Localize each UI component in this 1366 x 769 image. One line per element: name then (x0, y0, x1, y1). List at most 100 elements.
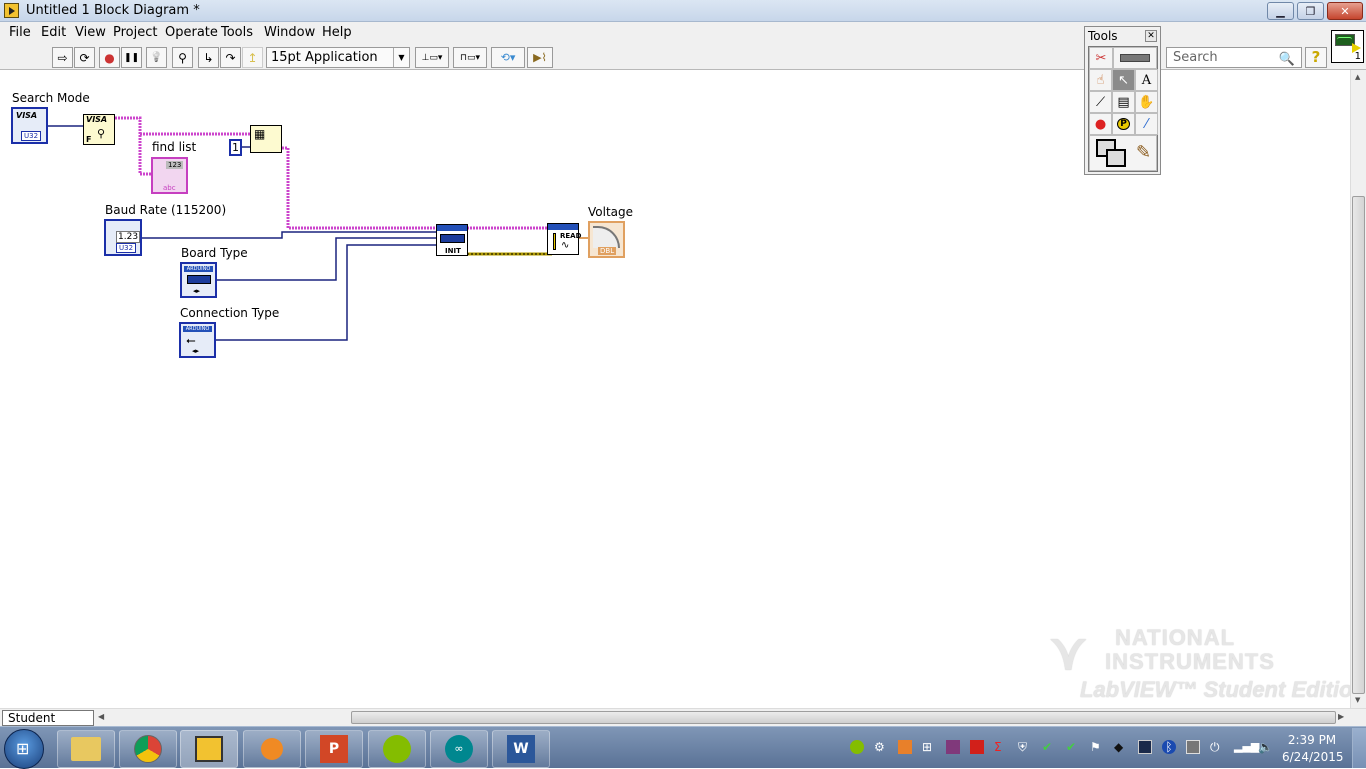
get-color-tool[interactable]: ⁄ (1135, 113, 1158, 135)
taskbar-app-spotify[interactable] (368, 730, 426, 768)
visa-find-resource-node[interactable]: VISA F ⚲ (83, 114, 115, 145)
board-type-control[interactable]: ARDUINO ◂▸ (180, 262, 217, 298)
tray-shield-icon[interactable]: ⛨ (1018, 740, 1032, 754)
horizontal-scroll-thumb[interactable] (351, 711, 1336, 724)
baud-rate-control[interactable]: 1.23 U32 (104, 219, 142, 256)
automatic-tool-selection-button[interactable]: ✂ (1089, 47, 1113, 69)
tray-xilinx-icon[interactable]: Σ (994, 740, 1008, 754)
menu-edit[interactable]: Edit (41, 25, 66, 40)
menu-project[interactable]: Project (113, 25, 157, 40)
tray-bluetooth-icon[interactable]: ᛒ (1162, 740, 1176, 754)
tray-printer-check-icon[interactable]: ✔ (1066, 740, 1080, 754)
run-continuously-icon: ⟳ (79, 50, 90, 65)
tray-acrobat-icon[interactable] (970, 740, 984, 754)
position-select-tool[interactable]: ↖ (1112, 69, 1135, 91)
align-objects-button[interactable]: ⊥▭▾ (415, 47, 449, 68)
powerpoint-icon: P (320, 735, 348, 763)
edition-label: Student Edition (2, 710, 94, 739)
minimize-icon: ▁ (1276, 4, 1285, 18)
find-list-indicator[interactable]: 123 abc (151, 157, 188, 194)
font-select[interactable]: 15pt Application Font ▼ (266, 47, 410, 84)
automatic-tool-toggle[interactable] (1113, 47, 1157, 69)
restore-button[interactable]: ❐ (1297, 2, 1324, 20)
taskbar-clock[interactable]: 2:39 PM 6/24/2015 (1282, 732, 1344, 766)
tray-settings-icon[interactable]: ⚙ (874, 740, 888, 754)
tray-windows-icon[interactable]: ⊞ (922, 740, 936, 754)
abort-button[interactable]: ● (99, 47, 120, 68)
vertical-scroll-thumb[interactable] (1352, 196, 1365, 694)
wire-baud-rate (141, 231, 437, 239)
step-out-button[interactable]: ↥ (242, 47, 263, 68)
connect-wire-tool[interactable]: ⟋ (1089, 91, 1112, 113)
vertical-scrollbar[interactable]: ▲ ▼ (1350, 70, 1366, 708)
search-input[interactable]: Search 🔍 (1166, 47, 1302, 68)
taskbar-app-powerpoint[interactable]: P (305, 730, 363, 768)
probe-data-tool[interactable]: P (1112, 113, 1135, 135)
tray-volume-icon[interactable]: 🔈 (1258, 740, 1273, 754)
menu-view[interactable]: View (75, 25, 106, 40)
tray-flag-icon[interactable]: ⚑ (1090, 740, 1104, 754)
vi-icon[interactable]: 1 (1331, 30, 1364, 63)
clean-up-diagram-button[interactable]: ▶⌇ (527, 47, 553, 68)
menu-operate[interactable]: Operate (165, 25, 218, 40)
breakpoint-tool[interactable]: ● (1089, 113, 1112, 135)
tools-palette-close-button[interactable]: ✕ (1145, 30, 1157, 42)
reorder-button[interactable]: ⟲▾ (491, 47, 525, 68)
visa-find-text: VISA (86, 115, 108, 124)
pause-button[interactable]: ❚❚ (121, 47, 142, 68)
shortcut-menu-tool[interactable]: ▤ (1112, 91, 1135, 113)
step-into-button[interactable]: ↳ (198, 47, 219, 68)
close-button[interactable]: ✕ (1327, 2, 1363, 20)
tray-power-icon[interactable]: ⏻ (1210, 740, 1224, 754)
minimize-button[interactable]: ▁ (1267, 2, 1294, 20)
taskbar-app-arduino[interactable]: ∞ (430, 730, 488, 768)
taskbar-app-explorer[interactable] (57, 730, 115, 768)
arduino-header: ARDUINO (183, 326, 212, 332)
watermark-line1: NATIONAL (1115, 625, 1236, 650)
wire-find-list (115, 116, 152, 176)
set-color-tool[interactable]: ✎ (1089, 135, 1157, 171)
taskbar-app-word[interactable]: W (492, 730, 550, 768)
index-constant[interactable]: 1 (229, 139, 242, 156)
highlight-execution-button[interactable]: 💡 (146, 47, 167, 68)
start-button[interactable]: ⊞ (4, 729, 44, 769)
menu-help[interactable]: Help (322, 25, 352, 40)
taskbar-app-labview[interactable] (180, 730, 238, 768)
menu-file[interactable]: File (9, 25, 31, 40)
label-board-type: Board Type (181, 246, 248, 260)
connection-type-control[interactable]: ARDUINO ⭠ ◂▸ (179, 322, 216, 358)
tray-ni-icon[interactable]: ◆ (1114, 740, 1128, 754)
taskbar-app-media-player[interactable] (243, 730, 301, 768)
shortcut-menu-icon: ▤ (1117, 94, 1130, 110)
show-desktop-button[interactable] (1352, 728, 1366, 768)
voltage-meter-indicator[interactable]: DBL (588, 221, 625, 258)
tray-usb-check-icon[interactable]: ✔ (1042, 740, 1056, 754)
tools-palette[interactable]: Tools ✕ ✂ ☝ ↖ A ⟋ ▤ ✋ ● P ⁄ ✎ (1084, 26, 1161, 175)
index-array-node[interactable]: ▦ (250, 125, 282, 153)
scroll-window-tool[interactable]: ✋ (1135, 91, 1158, 113)
scroll-left-arrow-icon[interactable]: ◀ (98, 712, 104, 721)
run-button[interactable]: ⇨ (52, 47, 73, 68)
scroll-right-arrow-icon[interactable]: ▶ (1338, 712, 1344, 721)
distribute-objects-button[interactable]: ⊓▭▾ (453, 47, 487, 68)
menu-window[interactable]: Window (264, 25, 315, 40)
tray-spotify-icon[interactable] (850, 740, 864, 754)
search-mode-control[interactable]: VISA U32 (11, 107, 48, 144)
tray-java-icon[interactable] (898, 740, 912, 754)
arduino-init-node[interactable]: INIT (436, 224, 468, 256)
tray-display-icon[interactable] (1138, 740, 1152, 754)
operate-value-tool[interactable]: ☝ (1089, 69, 1112, 91)
taskbar-app-chrome[interactable] (119, 730, 177, 768)
menu-tools[interactable]: Tools (221, 25, 253, 40)
step-over-button[interactable]: ↷ (220, 47, 241, 68)
tray-onenote-icon[interactable] (946, 740, 960, 754)
scroll-down-arrow-icon[interactable]: ▼ (1355, 696, 1360, 704)
edit-text-tool[interactable]: A (1135, 69, 1158, 91)
arduino-read-node[interactable]: READ ∿ (547, 223, 581, 255)
tray-wifi-signal-icon[interactable]: ▂▄▆ (1234, 740, 1259, 754)
scroll-up-arrow-icon[interactable]: ▲ (1355, 73, 1360, 81)
tray-network-device-icon[interactable] (1186, 740, 1200, 754)
retain-wire-values-button[interactable]: ⚲ (172, 47, 193, 68)
run-continuously-button[interactable]: ⟳ (74, 47, 95, 68)
context-help-button[interactable]: ? (1305, 47, 1327, 68)
